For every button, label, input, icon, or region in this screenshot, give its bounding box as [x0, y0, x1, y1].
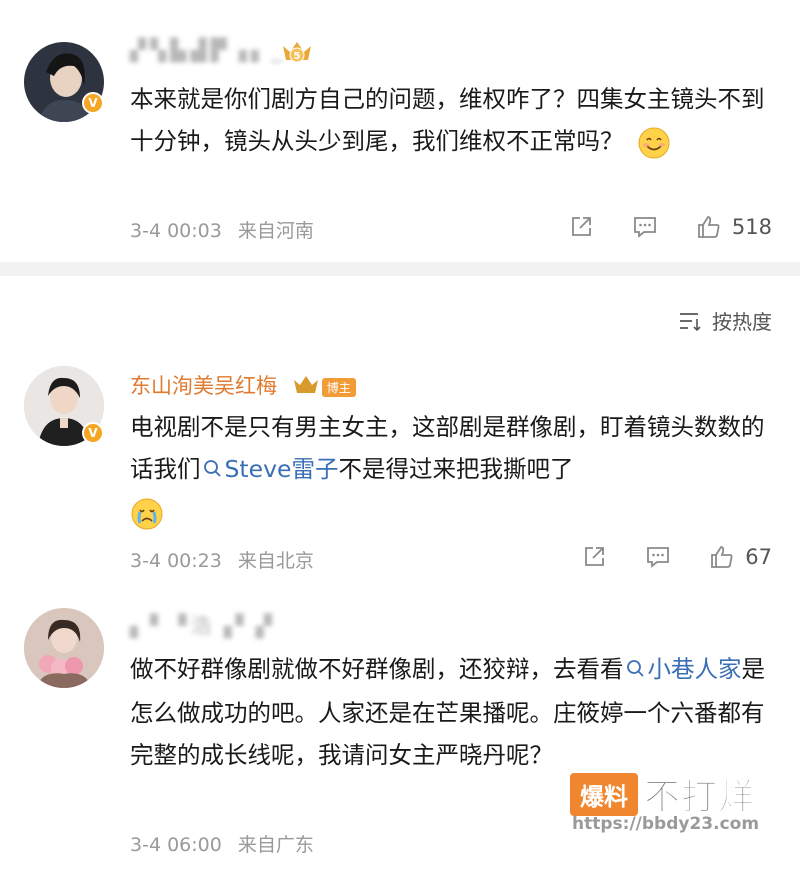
- verified-icon: V: [82, 92, 104, 114]
- comment-text: 本来就是你们剧方自己的问题，维权咋了？四集女主镜头不到十分钟，镜头从头少到尾，我…: [130, 78, 770, 162]
- username[interactable]: ▖▘▝浩▗▘▞: [130, 610, 276, 640]
- smile-emoji: [637, 126, 671, 160]
- avatar[interactable]: [24, 608, 104, 688]
- comment-icon[interactable]: [632, 214, 658, 240]
- section-divider: [0, 262, 800, 276]
- comment-item: V 东山洵美吴红梅 博主 电视剧不是只有男主女主，这部剧是群像剧，盯着镜头数数的…: [0, 350, 800, 590]
- like-count: 518: [731, 215, 772, 239]
- username[interactable]: ▞▚▙▟▛▗▖_: [130, 38, 286, 62]
- watermark: 爆料 不打烊: [570, 768, 755, 820]
- comment-time: 3-4 00:23: [130, 550, 222, 572]
- like-icon[interactable]: [709, 544, 735, 570]
- search-link-icon: [203, 450, 223, 492]
- watermark-box: 爆料: [570, 772, 638, 816]
- sort-icon: [680, 312, 701, 331]
- watermark-url: https://bbdy23.com: [572, 814, 760, 834]
- comment-item: V ▞▚▙▟▛▗▖_ 5 本来就是你们剧方自己的问题，维权咋了？四集女主镜头不到…: [0, 0, 800, 262]
- comment-time: 3-4 00:03: [130, 220, 222, 242]
- comment-location: 来自广东: [237, 834, 314, 856]
- comment-meta: 3-4 06:00 来自广东: [130, 830, 314, 857]
- level-badge: 5: [294, 51, 301, 62]
- crown-icon: 5: [280, 38, 314, 70]
- blogger-tag: 博主: [321, 377, 356, 397]
- crying-emoji: [130, 497, 164, 531]
- username[interactable]: 东山洵美吴红梅 博主: [130, 370, 356, 401]
- share-icon[interactable]: [581, 544, 607, 570]
- like-icon[interactable]: [696, 214, 722, 240]
- comment-time: 3-4 06:00: [130, 834, 222, 856]
- like-count: 67: [745, 545, 772, 569]
- comment-meta: 3-4 00:23 来自北京: [130, 546, 314, 573]
- search-link-icon: [626, 650, 646, 692]
- sort-toggle[interactable]: 按热度: [678, 306, 772, 335]
- comment-actions: 67: [543, 544, 772, 570]
- mention-link[interactable]: Steve雷子: [201, 455, 338, 483]
- comment-location: 来自河南: [237, 220, 314, 242]
- comment-actions: 518: [530, 214, 772, 240]
- comment-meta: 3-4 00:03 来自河南: [130, 216, 314, 243]
- comment-location: 来自北京: [237, 550, 314, 572]
- crown-icon: [292, 374, 320, 401]
- sort-label: 按热度: [712, 310, 772, 334]
- search-link[interactable]: 小巷人家: [624, 655, 742, 683]
- watermark-text: 不打烊: [643, 777, 756, 819]
- verified-icon: V: [82, 422, 104, 444]
- comment-icon[interactable]: [645, 544, 671, 570]
- comment-text: 电视剧不是只有男主女主，这部剧是群像剧，盯着镜头数数的话我们 Steve雷子不是得…: [130, 406, 770, 534]
- share-icon[interactable]: [568, 214, 594, 240]
- comment-text: 做不好群像剧就做不好群像剧，还狡辩，去看看 小巷人家是怎么做成功的吧。人家还是在芒…: [130, 648, 770, 776]
